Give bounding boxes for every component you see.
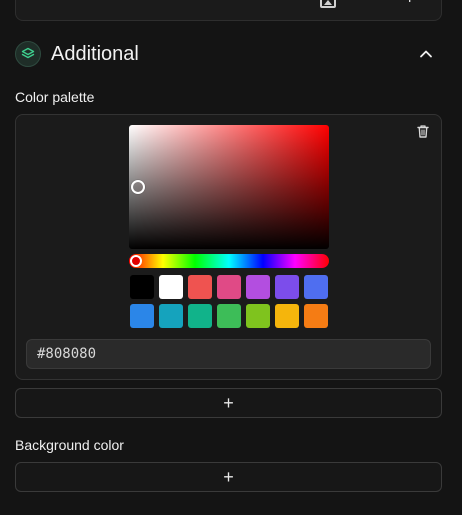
color-picker-card	[15, 114, 442, 380]
image-icon	[320, 0, 336, 8]
color-swatch[interactable]	[304, 304, 328, 328]
settings-panel: 2048 px Additional Color palette	[0, 0, 462, 515]
color-swatch[interactable]	[246, 304, 270, 328]
additional-section-header[interactable]: Additional	[15, 38, 440, 70]
color-swatch[interactable]	[188, 275, 212, 299]
background-color-label: Background color	[15, 437, 124, 453]
hue-handle[interactable]	[130, 255, 142, 267]
saturation-value-area[interactable]	[129, 125, 329, 249]
color-swatch[interactable]	[275, 275, 299, 299]
color-swatch[interactable]	[217, 304, 241, 328]
size-field-card: 2048 px	[15, 0, 442, 21]
color-swatch[interactable]	[217, 275, 241, 299]
color-swatch[interactable]	[304, 275, 328, 299]
color-swatch[interactable]	[130, 275, 154, 299]
section-title: Additional	[51, 42, 139, 65]
color-swatch[interactable]	[246, 275, 270, 299]
layers-icon	[15, 41, 41, 67]
add-background-color-button[interactable]: +	[15, 462, 442, 492]
color-swatch[interactable]	[159, 275, 183, 299]
add-palette-color-button[interactable]: +	[15, 388, 442, 418]
saturation-handle[interactable]	[131, 180, 145, 194]
swatch-grid	[130, 275, 330, 328]
size-value[interactable]: 2048	[352, 0, 385, 3]
color-swatch[interactable]	[275, 304, 299, 328]
hue-slider[interactable]	[129, 254, 329, 268]
color-swatch[interactable]	[159, 304, 183, 328]
size-unit: px	[408, 0, 424, 3]
color-swatch[interactable]	[188, 304, 212, 328]
trash-icon[interactable]	[416, 124, 432, 140]
hex-color-input[interactable]	[26, 339, 431, 369]
chevron-up-icon[interactable]	[416, 44, 436, 64]
color-swatch[interactable]	[130, 304, 154, 328]
color-palette-label: Color palette	[15, 89, 95, 105]
